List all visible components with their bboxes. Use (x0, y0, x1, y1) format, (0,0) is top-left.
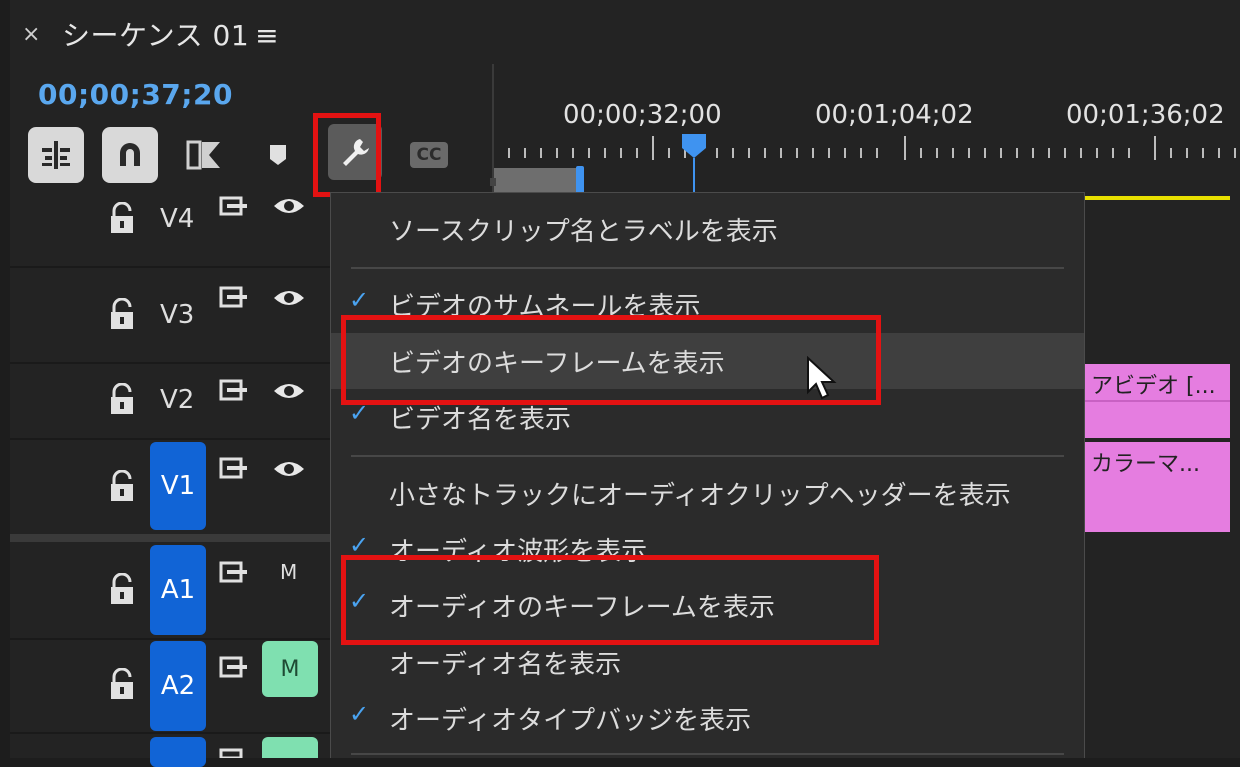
linked-selection-button[interactable] (176, 127, 232, 183)
playhead-timecode[interactable]: 00;00;37;20 (38, 78, 233, 111)
track-divider (10, 438, 340, 440)
lock-icon[interactable] (108, 573, 136, 607)
clip-divider (1085, 400, 1230, 402)
menu-item-label: オーディオ名を表示 (389, 650, 622, 680)
track-label-v4[interactable]: V4 (160, 204, 194, 234)
insert-nest-icon (42, 141, 70, 169)
highlight-video-keyframes (341, 315, 881, 405)
ruler-label: 00;01;36;02 (1066, 100, 1225, 130)
menu-item-label: ソースクリップ名とラベルを表示 (389, 217, 778, 247)
ruler-label: 00;01;04;02 (815, 100, 974, 130)
check-icon: ✓ (349, 286, 370, 314)
lock-icon[interactable] (108, 298, 136, 332)
check-icon: ✓ (349, 700, 370, 728)
menu-item-label: 小さなトラックにオーディオクリップヘッダーを表示 (389, 481, 1011, 511)
sequence-tab-title[interactable]: シーケンス 01 ≡ (62, 14, 279, 54)
mute-button-a3[interactable] (262, 737, 318, 758)
close-panel-button[interactable]: × (22, 22, 40, 47)
highlight-audio-keyframes (341, 555, 879, 645)
time-ruler[interactable] (490, 130, 1240, 200)
sync-lock-icon[interactable] (219, 196, 249, 216)
video-audio-divider[interactable] (10, 534, 340, 542)
lock-icon[interactable] (108, 470, 136, 504)
eye-icon[interactable] (272, 196, 306, 216)
lock-icon[interactable] (108, 202, 136, 236)
panel-menu-icon[interactable]: ≡ (255, 19, 279, 52)
track-divider (10, 266, 340, 268)
eye-icon[interactable] (272, 287, 306, 309)
ruler-label: 00;00;32;00 (563, 100, 722, 130)
menu-item-show-audio-clip-headers[interactable]: 小さなトラックにオーディオクリップヘッダーを表示 (331, 465, 1084, 521)
work-area-line (1085, 196, 1230, 200)
menu-item-show-source-clip-names[interactable]: ソースクリップ名とラベルを表示 (331, 201, 1084, 257)
sync-lock-icon[interactable] (219, 379, 249, 401)
clip-label: アビデオ [... (1091, 374, 1216, 399)
linked-selection-icon (186, 140, 220, 170)
lock-icon[interactable] (108, 668, 136, 702)
wrench-highlight-box (313, 113, 381, 197)
eye-icon[interactable] (272, 380, 306, 402)
track-target-a2[interactable]: A2 (150, 641, 206, 731)
menu-separator (351, 455, 1064, 457)
sync-lock-icon[interactable] (219, 656, 249, 678)
work-area-bar (494, 168, 584, 194)
menu-separator (351, 753, 1064, 755)
sequence-name: シーケンス 01 (62, 19, 250, 52)
track-divider (10, 362, 340, 364)
video-clip-v1[interactable]: カラーマ... (1085, 442, 1230, 532)
track-label-v2[interactable]: V2 (160, 385, 194, 415)
snap-button[interactable] (102, 127, 158, 183)
sync-lock-icon[interactable] (219, 457, 249, 479)
track-divider (10, 732, 340, 734)
track-label-v3[interactable]: V3 (160, 300, 194, 330)
mute-button-a1[interactable]: M (280, 560, 297, 584)
track-target-a1[interactable]: A1 (150, 545, 206, 635)
clip-label: カラーマ... (1091, 452, 1200, 477)
track-divider (10, 638, 340, 640)
sync-lock-icon[interactable] (219, 748, 249, 758)
sync-lock-icon[interactable] (219, 286, 249, 308)
menu-separator (351, 267, 1064, 269)
cc-icon[interactable]: CC (410, 142, 448, 168)
add-marker-icon (270, 145, 286, 165)
timeline-display-settings-menu: ソースクリップ名とラベルを表示 ✓ ビデオのサムネールを表示 ビデオのキーフレー… (330, 192, 1085, 758)
lock-icon[interactable] (108, 383, 136, 417)
track-target-label: A2 (160, 671, 196, 701)
mute-button-a2[interactable]: M (262, 641, 318, 697)
add-marker-button[interactable] (250, 127, 306, 183)
menu-item-show-audio-type-badges[interactable]: ✓ オーディオタイプバッジを表示 (331, 690, 1084, 746)
insert-nest-button[interactable] (28, 127, 84, 183)
track-target-a3[interactable] (150, 737, 206, 767)
mouse-cursor-icon (807, 356, 837, 400)
sync-lock-icon[interactable] (219, 561, 249, 583)
menu-item-label: オーディオタイプバッジを表示 (389, 706, 752, 736)
eye-icon[interactable] (272, 458, 306, 480)
track-target-v1[interactable]: V1 (150, 442, 206, 530)
snap-magnet-icon (120, 143, 140, 166)
